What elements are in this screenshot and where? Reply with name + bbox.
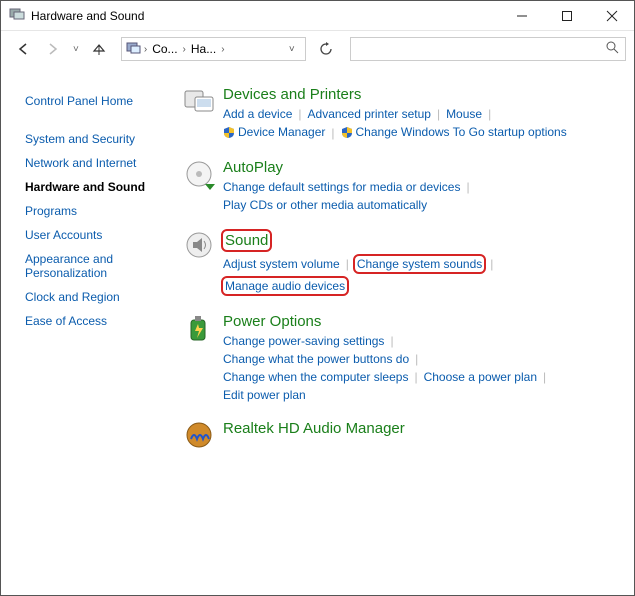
back-button[interactable]	[9, 35, 37, 63]
separator: |	[327, 126, 338, 140]
task-link[interactable]: Change default settings for media or dev…	[221, 179, 462, 195]
breadcrumb-root-icon	[126, 41, 142, 58]
task-link[interactable]: Change Windows To Go startup options	[339, 124, 569, 142]
close-button[interactable]	[589, 1, 634, 30]
separator: |	[294, 107, 305, 121]
category-power: Power Options Change power-saving setting…	[179, 312, 624, 403]
refresh-button[interactable]	[314, 37, 338, 61]
category-sound: SoundAdjust system volume|Change system …	[179, 229, 624, 296]
category-title[interactable]: Devices and Printers	[221, 85, 363, 104]
task-link[interactable]: Edit power plan	[221, 387, 308, 403]
separator: |	[386, 334, 397, 348]
separator: |	[411, 352, 422, 366]
sidebar-item[interactable]: Appearance and Personalization	[25, 247, 169, 285]
breadcrumb-dropdown[interactable]: ˅	[283, 44, 301, 55]
category-autoplay: AutoPlay Change default settings for medi…	[179, 158, 624, 213]
separator: |	[462, 180, 473, 194]
breadcrumb-seg-2[interactable]: Ha...	[188, 42, 219, 56]
sidebar-item[interactable]: User Accounts	[25, 223, 169, 247]
forward-button[interactable]	[39, 35, 67, 63]
task-link[interactable]: Manage audio devices	[221, 276, 349, 296]
shield-icon	[341, 126, 353, 141]
separator: |	[486, 257, 497, 271]
minimize-button[interactable]	[499, 1, 544, 30]
category-realtek: Realtek HD Audio Manager	[179, 419, 624, 451]
task-link[interactable]: Adjust system volume	[221, 256, 342, 272]
window-controls	[499, 1, 634, 30]
task-link[interactable]: Advanced printer setup	[306, 106, 433, 122]
sidebar-item[interactable]: Ease of Access	[25, 309, 169, 333]
titlebar: Hardware and Sound	[1, 1, 634, 31]
window-title: Hardware and Sound	[31, 9, 144, 23]
sidebar-item[interactable]: Clock and Region	[25, 285, 169, 309]
power-icon	[179, 312, 221, 403]
search-icon	[606, 41, 619, 57]
separator: |	[539, 370, 550, 384]
task-link[interactable]: Change when the computer sleeps	[221, 369, 410, 385]
body: Control Panel Home System and SecurityNe…	[1, 67, 634, 595]
autoplay-icon	[179, 158, 221, 213]
category-title[interactable]: Sound	[221, 229, 272, 252]
category-title[interactable]: Realtek HD Audio Manager	[221, 419, 407, 438]
sidebar-item[interactable]: Network and Internet	[25, 151, 169, 175]
sidebar-item[interactable]: System and Security	[25, 127, 169, 151]
sound-icon	[179, 229, 221, 296]
navbar: ˅ › Co... › Ha... › ˅	[1, 31, 634, 67]
history-dropdown[interactable]: ˅	[69, 44, 83, 55]
separator: |	[342, 257, 353, 271]
realtek-icon	[179, 419, 221, 451]
task-link[interactable]: Device Manager	[221, 124, 327, 142]
breadcrumb[interactable]: › Co... › Ha... › ˅	[121, 37, 306, 61]
sidebar: Control Panel Home System and SecurityNe…	[1, 67, 179, 595]
up-button[interactable]	[85, 35, 113, 63]
category-devices: Devices and PrintersAdd a device|Advance…	[179, 85, 624, 142]
sidebar-item[interactable]: Programs	[25, 199, 169, 223]
task-link[interactable]: Add a device	[221, 106, 294, 122]
task-link[interactable]: Change what the power buttons do	[221, 351, 411, 367]
category-title[interactable]: Power Options	[221, 312, 323, 331]
task-link[interactable]: Choose a power plan	[422, 369, 539, 385]
search-input[interactable]	[350, 37, 626, 61]
app-icon	[9, 6, 25, 25]
content: Devices and PrintersAdd a device|Advance…	[179, 67, 634, 595]
chevron-right-icon: ›	[219, 44, 226, 55]
category-title[interactable]: AutoPlay	[221, 158, 285, 177]
separator: |	[410, 370, 421, 384]
separator: |	[484, 107, 495, 121]
task-link[interactable]: Change system sounds	[353, 254, 486, 274]
task-link[interactable]: Change power-saving settings	[221, 333, 386, 349]
breadcrumb-seg-1[interactable]: Co...	[149, 42, 180, 56]
shield-icon	[223, 126, 235, 141]
sidebar-home[interactable]: Control Panel Home	[25, 89, 169, 113]
chevron-right-icon: ›	[142, 44, 149, 55]
devices-icon	[179, 85, 221, 142]
task-link[interactable]: Play CDs or other media automatically	[221, 197, 429, 213]
task-link[interactable]: Mouse	[444, 106, 484, 122]
separator: |	[433, 107, 444, 121]
sidebar-item[interactable]: Hardware and Sound	[25, 175, 169, 199]
chevron-right-icon: ›	[181, 44, 188, 55]
maximize-button[interactable]	[544, 1, 589, 30]
